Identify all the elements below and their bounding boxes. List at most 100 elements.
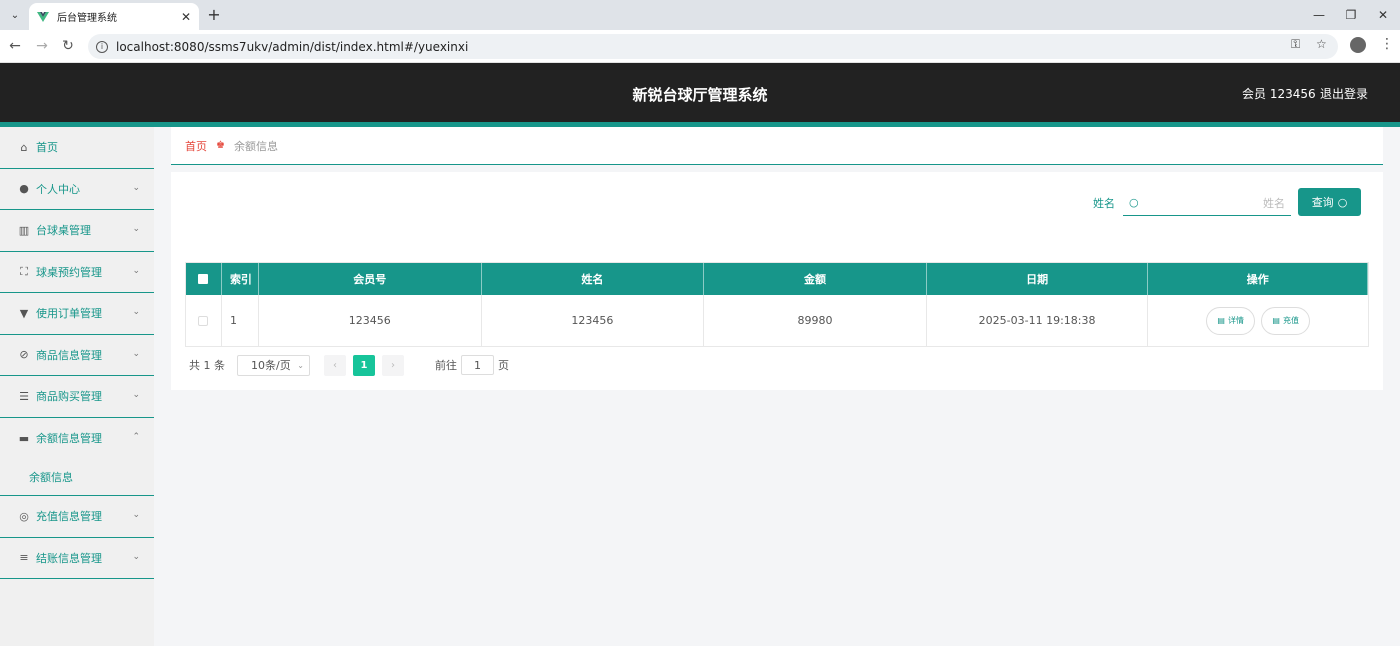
pagination: 共 1 条 10条/页 ⌄ ‹ 1 › 前往 页 [189, 354, 509, 376]
chevron-down-icon: ⌄ [132, 224, 140, 234]
chevron-down-icon: ⌄ [132, 551, 140, 562]
chevron-down-icon: ⌄ [132, 307, 140, 317]
query-button-label: 查询 [1311, 196, 1334, 209]
profile-avatar-icon[interactable] [1350, 37, 1366, 53]
document-icon: ▤ [1217, 316, 1225, 325]
reload-icon[interactable]: ↻ [59, 37, 77, 55]
browser-tabbar: ⌄ 后台管理系统 ✕ + — ❐ ✕ [0, 0, 1400, 30]
restore-icon[interactable]: ❐ [1341, 5, 1361, 25]
sidebar-item-label: 余额信息管理 [36, 432, 102, 446]
row-checkbox[interactable] [198, 315, 209, 326]
breadcrumb: 首页 ♚ 余额信息 [171, 127, 1383, 165]
home-icon: ⌂ [20, 140, 28, 154]
column-header-actions: 操作 [1148, 263, 1369, 295]
forward-arrow-icon[interactable]: → [33, 37, 51, 55]
search-box: ○ [1123, 189, 1291, 216]
chevron-up-icon: ⌃ [132, 431, 140, 442]
sidebar-item-label: 结账信息管理 [36, 551, 102, 565]
sidebar-item-product-info[interactable]: ⊘ 商品信息管理 ⌄ [0, 335, 154, 376]
sidebar-item-label: 台球桌管理 [36, 224, 91, 238]
search-icon: ○ [1337, 195, 1348, 209]
sliders-icon: ≡ [19, 551, 29, 565]
chevron-down-icon: ⌄ [132, 510, 140, 520]
site-info-icon[interactable]: i [96, 40, 108, 53]
chevron-down-icon: ⌄ [132, 390, 140, 400]
user-icon: ● [19, 182, 29, 196]
ticket-icon: ▬ [18, 431, 30, 445]
column-header-amount: 金额 [704, 263, 927, 295]
table-row: 1 123456 123456 89980 2025-03-11 19:18:3… [186, 295, 1368, 346]
sidebar-item-label: 首页 [36, 141, 58, 155]
tab-title: 后台管理系统 [57, 13, 117, 24]
search-icon: ○ [1129, 196, 1139, 209]
sidebar-item-usage-orders[interactable]: ▼ 使用订单管理 ⌄ [0, 293, 154, 335]
balance-table: 索引 会员号 姓名 金额 日期 操作 1 123456 123456 89980… [185, 262, 1369, 347]
cell-date: 2025-03-11 19:18:38 [927, 295, 1149, 346]
chevron-down-icon: ⌄ [132, 348, 140, 359]
content-panel: 姓名 ○ 查询 ○ 索引 会员号 姓名 金额 日期 操作 1 123456 12… [171, 172, 1383, 390]
recharge-button[interactable]: ▤ 充值 [1261, 306, 1311, 335]
next-page-button[interactable]: › [382, 354, 404, 376]
breadcrumb-home[interactable]: 首页 [185, 138, 207, 154]
cell-member-no: 123456 [259, 295, 482, 346]
detail-button[interactable]: ▤ 详情 [1206, 306, 1256, 335]
sidebar-item-label: 商品购买管理 [36, 390, 102, 404]
page-size-select[interactable]: 10条/页 ⌄ [237, 354, 310, 376]
page-number-button[interactable]: 1 [353, 354, 375, 376]
pager-total: 共 1 条 [189, 359, 225, 372]
page-unit-label: 页 [498, 359, 509, 372]
sidebar-item-product-purchase[interactable]: ☰ 商品购买管理 ⌄ [0, 376, 154, 418]
header-checkbox-cell [186, 263, 222, 295]
recharge-button-label: 充值 [1282, 316, 1299, 325]
prev-page-button[interactable]: ‹ [324, 354, 346, 376]
search-name-input[interactable] [1143, 193, 1285, 213]
column-header-date: 日期 [927, 263, 1149, 295]
sidebar-item-label: 使用订单管理 [36, 307, 102, 321]
back-arrow-icon[interactable]: ← [6, 37, 24, 55]
sidebar-subitem-balance[interactable]: 余额信息 [0, 459, 154, 496]
sidebar-item-home[interactable]: ⌂ 首页 [0, 127, 154, 169]
sidebar-item-balance-info[interactable]: ▬ 余额信息管理 ⌃ [0, 418, 154, 460]
browser-tab[interactable]: 后台管理系统 ✕ [29, 3, 199, 30]
logout-link[interactable]: 退出登录 [1320, 85, 1368, 102]
fullscreen-icon: ⛶ [20, 264, 28, 278]
select-all-checkbox[interactable] [198, 274, 209, 284]
sidebar-item-recharge-info[interactable]: ◎ 充值信息管理 ⌄ [0, 496, 154, 538]
tab-search-chevron-icon[interactable]: ⌄ [6, 6, 24, 24]
table-header: 索引 会员号 姓名 金额 日期 操作 [186, 263, 1369, 295]
app-header: 新锐台球厅管理系统 会员 123456 退出登录 [0, 63, 1400, 122]
sidebar-item-billiard-tables[interactable]: ▥ 台球桌管理 ⌄ [0, 210, 154, 252]
address-bar[interactable]: i localhost:8080/ssms7ukv/admin/dist/ind… [88, 34, 1338, 59]
cell-name: 123456 [482, 295, 705, 346]
search-name-label: 姓名 [1093, 197, 1115, 210]
sidebar-item-personal-center[interactable]: ● 个人中心 ⌄ [0, 169, 154, 210]
sidebar-item-label: 充值信息管理 [36, 510, 102, 524]
browser-menu-icon[interactable]: ⋮ [1380, 36, 1394, 52]
password-key-icon[interactable]: ⚿ [1291, 37, 1300, 52]
goto-page-input[interactable] [461, 355, 494, 375]
cup-icon: ▼ [19, 306, 29, 320]
chevron-down-icon: ⌄ [297, 360, 304, 370]
browser-toolbar: ← → ↻ i localhost:8080/ssms7ukv/admin/di… [0, 30, 1400, 63]
app-title: 新锐台球厅管理系统 [632, 86, 768, 104]
sidebar-item-label: 球桌预约管理 [36, 265, 102, 279]
query-button[interactable]: 查询 ○ [1298, 188, 1361, 216]
minimize-icon[interactable]: — [1309, 5, 1329, 25]
sidebar-item-table-reservations[interactable]: ⛶ 球桌预约管理 ⌄ [0, 252, 154, 293]
row-checkbox-cell [186, 295, 222, 346]
window-close-icon[interactable]: ✕ [1373, 5, 1393, 25]
discount-icon: ⊘ [19, 348, 29, 362]
cell-actions: ▤ 详情 ▤ 充值 [1148, 295, 1368, 346]
breadcrumb-separator-icon: ♚ [216, 140, 225, 151]
new-tab-plus-icon[interactable]: + [205, 5, 223, 24]
vue-logo-icon [37, 11, 49, 22]
tab-close-icon[interactable]: ✕ [181, 10, 191, 24]
cell-index: 1 [222, 295, 259, 346]
column-header-index: 索引 [222, 263, 259, 295]
bookmark-star-icon[interactable]: ☆ [1316, 37, 1327, 51]
sidebar-item-checkout-info[interactable]: ≡ 结账信息管理 ⌄ [0, 538, 154, 579]
sidebar-item-label: 商品信息管理 [36, 348, 102, 362]
detail-button-label: 详情 [1227, 316, 1244, 325]
list-icon: ☰ [19, 389, 29, 403]
breadcrumb-current: 余额信息 [233, 139, 278, 153]
